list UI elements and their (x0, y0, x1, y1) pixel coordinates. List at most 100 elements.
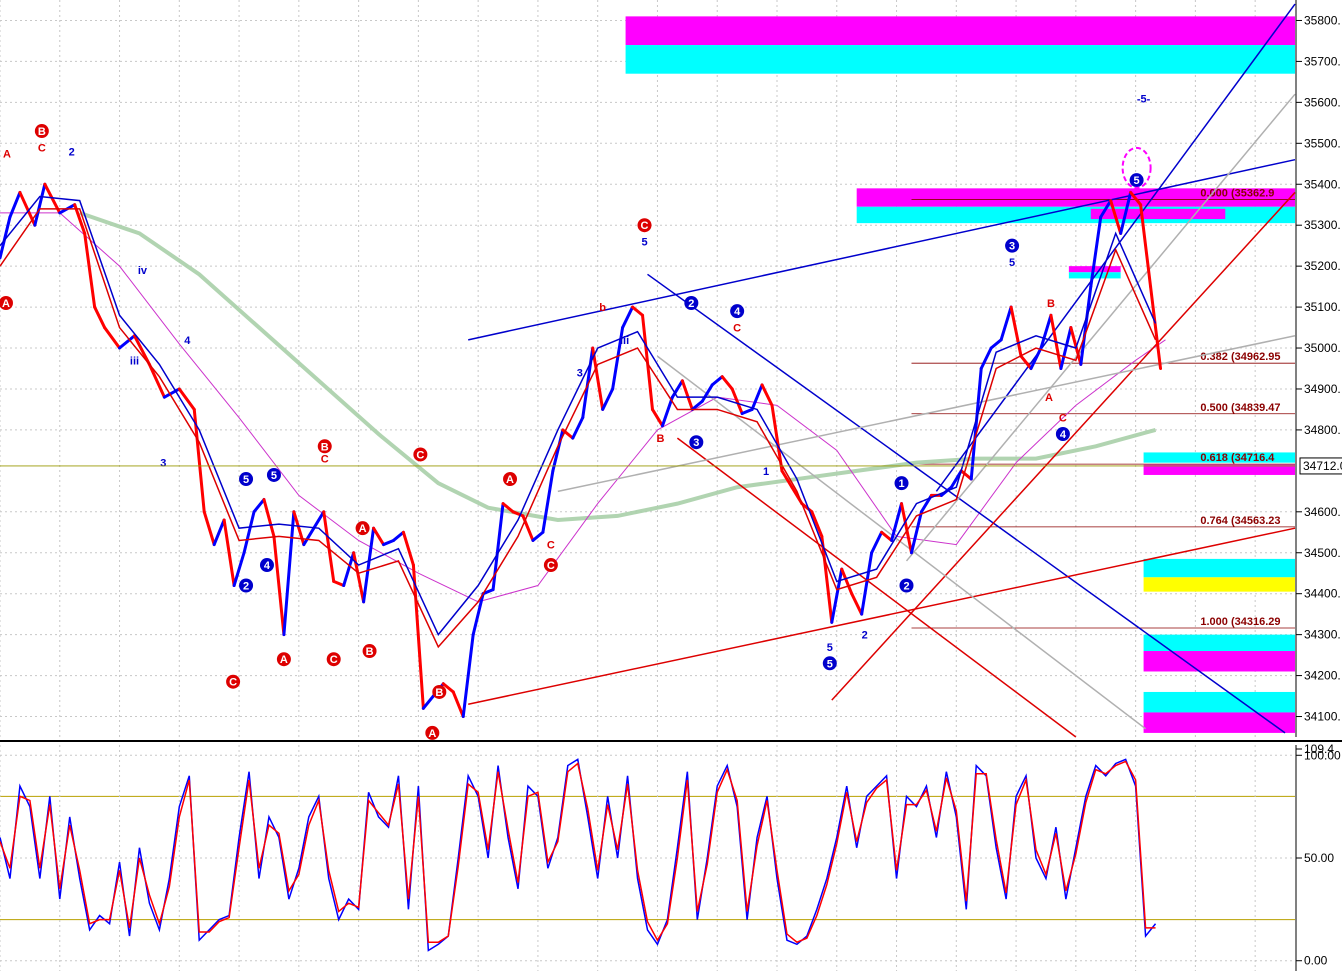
trendline (468, 527, 1296, 705)
wave-label: 3 (160, 458, 166, 470)
price-segment (262, 498, 276, 538)
tick-label: 35800. (1304, 13, 1341, 27)
price-segment (342, 551, 356, 588)
zone-cyan (1143, 634, 1295, 652)
price-segment (103, 326, 122, 350)
tick-label: 34300. (1304, 628, 1341, 642)
wave-label: 3 (577, 368, 583, 380)
price-segment (979, 346, 993, 370)
price-segment (212, 518, 226, 547)
price-segment (601, 387, 615, 411)
price-segment (999, 305, 1013, 342)
tick-label: 35600. (1304, 95, 1341, 109)
wave-label: C (38, 142, 46, 154)
wave-label: C (641, 220, 649, 232)
price-segment (571, 416, 585, 440)
wave-label: B (366, 646, 374, 658)
wave-label: 2 (688, 298, 694, 310)
wave-label: B (656, 433, 664, 445)
trendline (657, 355, 1147, 730)
tick-label: 35400. (1304, 177, 1341, 191)
price-segment (1009, 305, 1023, 358)
wave-label: A (1045, 392, 1053, 404)
price-segment (421, 694, 435, 710)
zone-cyan (625, 45, 1295, 74)
wave-label: 1 (763, 466, 769, 478)
price-segment (631, 305, 645, 317)
price-segment (710, 375, 724, 387)
price-segment (989, 338, 1003, 350)
wave-label: C (547, 560, 555, 572)
tick-label: 35300. (1304, 218, 1341, 232)
wave-label: 2 (862, 630, 868, 642)
price-segment (202, 510, 216, 547)
wave-label: 2 (243, 581, 249, 593)
wave-label: 4 (734, 306, 741, 318)
wave-label: C (547, 540, 555, 552)
price-segment (840, 567, 854, 596)
tick-label: 34600. (1304, 505, 1341, 519)
price-segment (850, 592, 864, 616)
zone-cyan (1143, 691, 1295, 713)
tick-label: 35100. (1304, 300, 1341, 314)
price-segment (531, 530, 545, 542)
price-segment (541, 469, 555, 534)
current-price-label: 34712.0 (1303, 459, 1342, 473)
price-segment (252, 498, 266, 514)
oscillator-panel: 109.4100.0050.000.00 (0, 742, 1341, 971)
wave-label: C (229, 677, 237, 689)
zone-cyan (856, 206, 1295, 224)
wave-label: 1 (898, 478, 904, 490)
wave-label: C (330, 654, 338, 666)
price-segment (830, 567, 844, 624)
wave-label: 2 (903, 581, 909, 593)
price-segment (1029, 346, 1043, 370)
wave-label: 3 (693, 437, 699, 449)
fib-label: 1.000 (34316.29 (1200, 616, 1280, 628)
price-segment (33, 182, 47, 227)
price-axis: 35800. 35700. 35600. 35500. 35400. 35300. 3520… (1295, 0, 1342, 737)
price-segment (1149, 285, 1163, 370)
tick-label: 100.00 (1304, 748, 1341, 762)
tick-label: 35200. (1304, 259, 1341, 273)
wave-label: 5 (641, 237, 647, 249)
wave-label: 4 (184, 335, 191, 347)
tick-label: 35700. (1304, 54, 1341, 68)
price-segment (581, 346, 595, 420)
price-segment (1019, 354, 1033, 370)
price-segment (401, 530, 415, 567)
wave-label: 3 (1009, 241, 1015, 253)
tick-label: 34200. (1304, 669, 1341, 683)
zone-yellow (1143, 577, 1295, 592)
fib-label: 0.764 (34563.23 (1200, 515, 1280, 527)
tick-label: 0.00 (1304, 954, 1328, 968)
trendline (647, 273, 1286, 734)
price-segment (750, 383, 764, 411)
price-segment (660, 395, 674, 428)
price-segment (870, 530, 884, 555)
price-segment (391, 530, 405, 542)
price-segment (909, 510, 923, 555)
wave-label: 5 (827, 642, 833, 654)
wave-label: A (359, 523, 367, 535)
price-segment (332, 579, 346, 588)
price-segment (372, 526, 386, 547)
tick-label: 34100. (1304, 710, 1341, 724)
tick-label: 34400. (1304, 587, 1341, 601)
wave-label: 5 (1134, 175, 1140, 187)
fib-label: 0.618 (34716.4 (1200, 452, 1275, 464)
target-zones (625, 16, 1295, 733)
wave-label: 5 (827, 658, 833, 670)
price-segment (312, 510, 326, 530)
fib-label: 0.500 (34839.47 (1200, 402, 1280, 414)
price-segment (1079, 285, 1093, 366)
wave-label: b (599, 302, 606, 314)
wave-label: C (416, 449, 424, 461)
price-segment (621, 305, 635, 330)
tick-label: 34500. (1304, 546, 1341, 560)
tick-label: 35000. (1304, 341, 1341, 355)
wave-label: iv (138, 265, 148, 277)
price-segment (272, 534, 286, 637)
price-segment (680, 379, 694, 411)
wave-label: B (1047, 298, 1055, 310)
